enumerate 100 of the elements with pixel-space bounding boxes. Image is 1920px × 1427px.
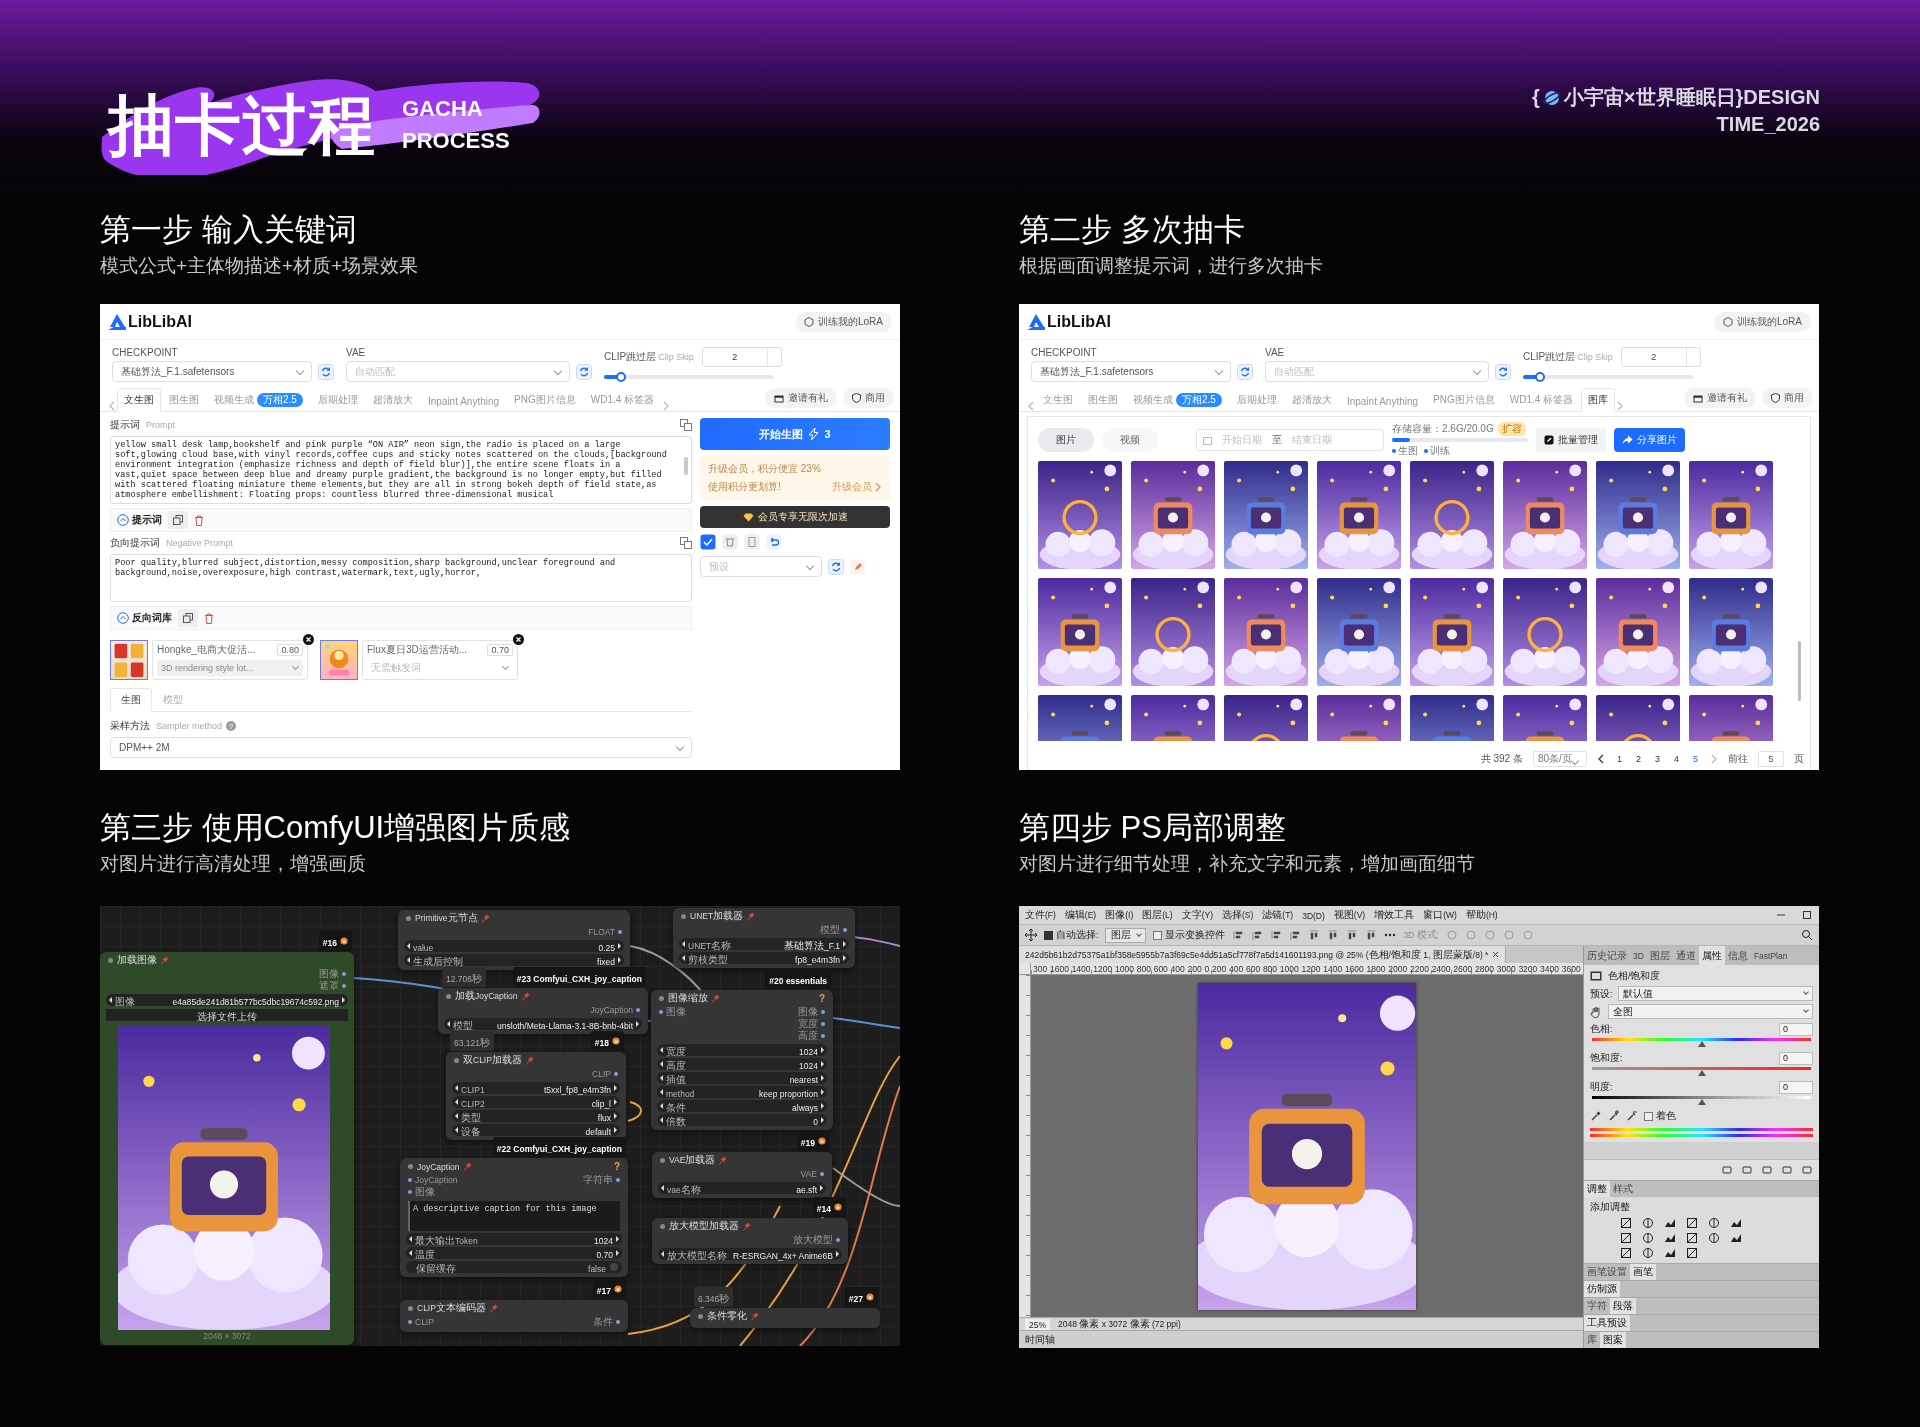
- help-icon[interactable]: ?: [613, 1160, 620, 1172]
- panel-tab[interactable]: 图案: [1600, 1332, 1626, 1348]
- eyedropper-plus-icon[interactable]: [1608, 1110, 1620, 1122]
- menu-item[interactable]: 选择(S): [1221, 908, 1254, 922]
- share-button[interactable]: 分享图片: [1614, 428, 1685, 452]
- node-widget[interactable]: CLIP2 clip_l: [452, 1096, 620, 1108]
- node-widget[interactable]: 模型 unsloth/Meta-Llama-3.1-8B-bnb-4bit: [444, 1018, 642, 1030]
- slider-thumb[interactable]: [1697, 1070, 1706, 1076]
- output-slot[interactable]: 图像: [319, 967, 346, 981]
- output-slot[interactable]: JoyCaption: [590, 1005, 640, 1015]
- collapse-button[interactable]: 反向词库: [117, 611, 172, 625]
- menu-item[interactable]: 文字(Y): [1181, 908, 1213, 922]
- panel-tab[interactable]: 样式: [1610, 1181, 1636, 1197]
- sampler-select[interactable]: DPM++ 2M: [110, 737, 692, 758]
- adjustment-icon[interactable]: [1642, 1232, 1654, 1244]
- adjustment-icon[interactable]: [1620, 1217, 1632, 1229]
- panel-tab[interactable]: 调整: [1584, 1181, 1610, 1197]
- search-icon[interactable]: [1801, 929, 1813, 941]
- adjustment-icon[interactable]: [1664, 1247, 1676, 1259]
- scrollbar[interactable]: [1798, 641, 1801, 701]
- node-widget[interactable]: 宽度 1024: [657, 1044, 827, 1056]
- align-icon[interactable]: [1365, 929, 1378, 941]
- zoom-level[interactable]: 25%: [1025, 1318, 1050, 1330]
- align-icon[interactable]: [1251, 929, 1264, 941]
- close-icon[interactable]: [1492, 951, 1500, 958]
- input-slot[interactable]: CLIP: [408, 1317, 434, 1327]
- menu-item[interactable]: 视图(V): [1333, 908, 1366, 922]
- output-slot[interactable]: 条件: [593, 1315, 620, 1329]
- weight-field[interactable]: 0.70: [487, 644, 513, 656]
- node-widget[interactable]: vae名称 ae.sft: [658, 1182, 826, 1194]
- node-widget[interactable]: 倍数 0: [657, 1114, 827, 1126]
- panel-tab[interactable]: 仿制源: [1584, 1281, 1620, 1297]
- panel-tab[interactable]: 属性: [1698, 946, 1725, 965]
- boost-button[interactable]: 会员专享无限次加速: [700, 506, 890, 528]
- output-slot[interactable]: 图像: [798, 1005, 825, 1019]
- page-button[interactable]: 4: [1671, 754, 1681, 764]
- adjustment-icon[interactable]: [1686, 1232, 1698, 1244]
- panel-tab[interactable]: 画笔设置: [1584, 1264, 1630, 1280]
- restore-icon[interactable]: [1801, 909, 1813, 921]
- lora-card[interactable]: Hongke_电商大促活... 0.80 3D rendering style lot...: [152, 640, 308, 680]
- node-widget[interactable]: 插值 nearest: [657, 1072, 827, 1084]
- lora-card[interactable]: Flux夏日3D运营活动... 0.70 无需触发词: [362, 640, 518, 680]
- train-lora-button[interactable]: 训练我的LoRA: [1714, 311, 1811, 332]
- slider-thumb[interactable]: [1697, 1099, 1706, 1105]
- scrollbar[interactable]: [684, 457, 688, 475]
- toggle-widget[interactable]: 保留缓存 false: [406, 1261, 622, 1273]
- node-widget[interactable]: 高度 1024: [657, 1058, 827, 1070]
- value-field[interactable]: 0: [1779, 1080, 1813, 1094]
- upload-button[interactable]: 选择文件上传: [106, 1009, 348, 1021]
- adjustment-icon[interactable]: [1708, 1232, 1720, 1244]
- refresh-icon[interactable]: [318, 363, 334, 380]
- menu-item[interactable]: 窗口(W): [1423, 908, 1457, 922]
- caption-field[interactable]: A descriptive caption for this image: [408, 1201, 620, 1231]
- commercial-button[interactable]: 商用: [1762, 388, 1813, 408]
- timeline-tab[interactable]: 时间轴: [1025, 1332, 1055, 1347]
- adjustment-icon[interactable]: [1620, 1232, 1632, 1244]
- node-widget[interactable]: 温度 0.70: [406, 1247, 622, 1259]
- page-input[interactable]: 5: [1758, 751, 1784, 767]
- range-select[interactable]: 全图: [1608, 1004, 1813, 1019]
- adjustment-layer-icon[interactable]: [1590, 970, 1602, 982]
- commercial-button[interactable]: 商用: [843, 388, 894, 408]
- hand-icon[interactable]: [1590, 1005, 1602, 1018]
- node-widget[interactable]: 生成后控制 fixed: [404, 954, 624, 966]
- undo-icon[interactable]: [766, 534, 782, 550]
- menu-item[interactable]: 帮助(H): [1465, 908, 1498, 922]
- tab[interactable]: 生图: [110, 688, 152, 712]
- target-select[interactable]: 图层: [1105, 927, 1147, 943]
- adjustment-icon[interactable]: [1730, 1232, 1742, 1244]
- translate-icon[interactable]: [680, 419, 692, 431]
- prompt-field[interactable]: yellow small desk lamp,bookshelf and pink purple “ON AIR” neon sign,the radio is placed on a large soft,glowing cloud base,with vinyl records,coffee cups and sticky notes scattered on the clouds,[background environment integration (emphasize richness and depth of field blur)],the entire scene floats in a vast,quiet space between deep blue and dreamy purple gradient,the background is no longer empty,but filled with scattered floating miniature theme elements,but they are all in strong bokeh depth of field state,as atmosphere embellishment: Floating props: countless blurred three-dimensional musical: [110, 436, 692, 504]
- output-slot[interactable]: VAE: [800, 1169, 824, 1179]
- tab[interactable]: 图库: [1581, 388, 1616, 412]
- node-widget[interactable]: method keep proportion: [657, 1086, 827, 1098]
- page-button[interactable]: 1: [1614, 754, 1624, 764]
- refresh-icon[interactable]: [1237, 363, 1253, 380]
- translate-icon[interactable]: [680, 537, 692, 549]
- node-widget[interactable]: 类型 flux: [452, 1110, 620, 1122]
- move-tool-icon[interactable]: [1025, 929, 1037, 941]
- menu-item[interactable]: 图层(L): [1142, 908, 1173, 922]
- align-icon[interactable]: [1289, 929, 1302, 941]
- refresh-icon[interactable]: [576, 363, 592, 380]
- adjustment-icon[interactable]: [1708, 1217, 1720, 1229]
- weight-field[interactable]: 0.80: [277, 644, 303, 656]
- invite-button[interactable]: 邀请有礼: [765, 388, 837, 408]
- page-button[interactable]: 2: [1633, 754, 1643, 764]
- refresh-icon[interactable]: [1495, 363, 1511, 380]
- value-field[interactable]: 0: [1779, 1051, 1813, 1065]
- node-widget[interactable]: value 0.25: [404, 940, 624, 952]
- output-slot[interactable]: 模型: [820, 923, 847, 937]
- input-slot[interactable]: JoyCaption: [408, 1175, 458, 1185]
- adjustment-icon[interactable]: [1686, 1217, 1698, 1229]
- colorize-checkbox[interactable]: 着色: [1644, 1109, 1676, 1123]
- panel-tab[interactable]: 图层: [1646, 946, 1673, 965]
- align-icon[interactable]: [1308, 929, 1321, 941]
- adjustment-icon[interactable]: [1642, 1247, 1654, 1259]
- panel-tab[interactable]: FastPlan: [1750, 946, 1791, 965]
- copy-button[interactable]: [178, 609, 198, 627]
- node-widget[interactable]: 剪枝类型 fp8_e4m3fn: [679, 952, 849, 964]
- align-icon[interactable]: [1270, 929, 1283, 941]
- chevron-left-icon[interactable]: [1596, 754, 1605, 764]
